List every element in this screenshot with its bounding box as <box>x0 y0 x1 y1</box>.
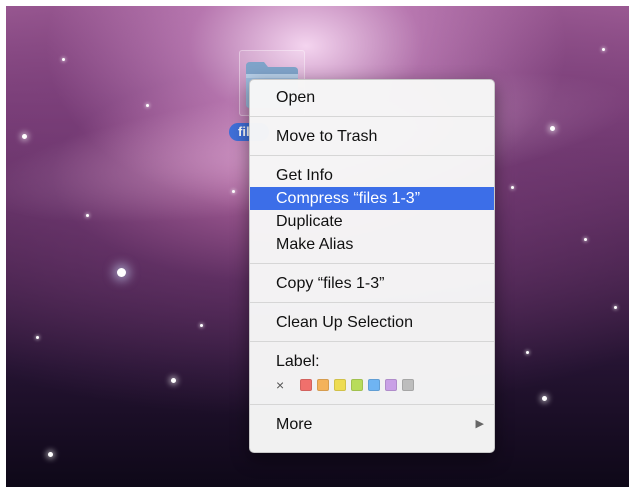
star <box>526 351 529 354</box>
menu-item-more-label: More <box>276 416 313 433</box>
star <box>146 104 149 107</box>
star <box>550 126 555 131</box>
label-none-icon[interactable]: × <box>276 377 294 393</box>
label-swatch-yellow[interactable] <box>334 379 346 391</box>
star <box>200 324 203 327</box>
menu-separator <box>250 263 494 264</box>
star <box>602 48 605 51</box>
menu-item-move-to-trash[interactable]: Move to Trash <box>250 125 494 148</box>
label-swatch-green[interactable] <box>351 379 363 391</box>
menu-separator <box>250 302 494 303</box>
star <box>542 396 547 401</box>
label-color-row: × <box>250 373 494 397</box>
menu-item-compress[interactable]: Compress “files 1-3” <box>250 187 494 210</box>
menu-item-duplicate[interactable]: Duplicate <box>250 210 494 233</box>
menu-item-make-alias[interactable]: Make Alias <box>250 233 494 256</box>
menu-separator <box>250 404 494 405</box>
submenu-arrow-icon: ▶ <box>475 418 484 430</box>
menu-item-open[interactable]: Open <box>250 86 494 109</box>
star <box>584 238 587 241</box>
label-swatch-blue[interactable] <box>368 379 380 391</box>
star <box>232 190 235 193</box>
star <box>36 336 39 339</box>
menu-separator <box>250 155 494 156</box>
star <box>62 58 65 61</box>
label-swatch-gray[interactable] <box>402 379 414 391</box>
label-heading: Label: <box>276 353 320 370</box>
star <box>614 306 617 309</box>
menu-item-copy[interactable]: Copy “files 1-3” <box>250 272 494 295</box>
star <box>511 186 514 189</box>
star <box>117 268 126 277</box>
menu-separator <box>250 341 494 342</box>
context-menu: Open Move to Trash Get Info Compress “fi… <box>249 79 495 453</box>
label-swatch-red[interactable] <box>300 379 312 391</box>
menu-item-clean-up-selection[interactable]: Clean Up Selection <box>250 311 494 334</box>
star <box>86 214 89 217</box>
menu-item-more[interactable]: More ▶ <box>250 413 494 436</box>
star <box>48 452 53 457</box>
menu-separator <box>250 116 494 117</box>
label-swatch-orange[interactable] <box>317 379 329 391</box>
star <box>171 378 176 383</box>
menu-item-get-info[interactable]: Get Info <box>250 164 494 187</box>
label-swatch-purple[interactable] <box>385 379 397 391</box>
star <box>22 134 27 139</box>
